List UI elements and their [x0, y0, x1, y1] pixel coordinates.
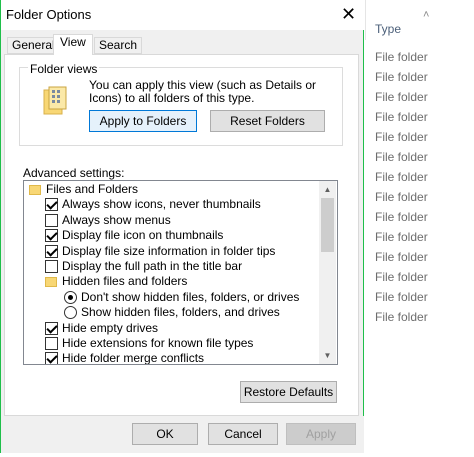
- option-label: Hide folder merge conflicts: [62, 351, 205, 365]
- file-type-cell[interactable]: File folder: [375, 310, 428, 324]
- checkbox-option-row[interactable]: Always show icons, never thumbnails: [45, 197, 261, 212]
- type-column-header[interactable]: Type: [375, 22, 401, 36]
- tree-group-row[interactable]: Hidden files and folders: [45, 274, 187, 289]
- checkbox-option-row[interactable]: Always show menus: [45, 213, 171, 228]
- option-label: Show hidden files, folders, and drives: [81, 305, 280, 320]
- checkbox[interactable]: [45, 260, 58, 273]
- checkbox[interactable]: [45, 337, 58, 350]
- dialog-title: Folder Options: [6, 7, 92, 22]
- checkbox-option-row[interactable]: Hide extensions for known file types: [45, 336, 253, 351]
- checkbox[interactable]: [45, 244, 58, 258]
- advanced-settings-label: Advanced settings:: [23, 166, 125, 180]
- folder-icon: [45, 276, 57, 287]
- folder-view-icon: [43, 86, 67, 115]
- ok-button[interactable]: OK: [132, 423, 198, 445]
- checkbox-option-row[interactable]: Display file icon on thumbnails: [45, 228, 223, 243]
- tab-general[interactable]: General: [7, 37, 60, 54]
- scroll-thumb[interactable]: [321, 198, 334, 252]
- explorer-file-list: [364, 0, 474, 457]
- file-type-cell[interactable]: File folder: [375, 230, 428, 244]
- radio-option-row[interactable]: Show hidden files, folders, and drives: [64, 305, 280, 320]
- folder-options-dialog: Folder Options ✕ General View Search Fol…: [0, 0, 364, 453]
- checkbox[interactable]: [45, 198, 58, 212]
- checkbox[interactable]: [45, 352, 58, 364]
- file-type-cell[interactable]: File folder: [375, 290, 428, 304]
- file-type-cell[interactable]: File folder: [375, 50, 428, 64]
- advanced-settings-scrollbar[interactable]: ▲ ▼: [319, 181, 336, 364]
- radio-button[interactable]: [64, 306, 77, 320]
- title-bar: Folder Options ✕: [1, 0, 364, 30]
- scroll-down-icon[interactable]: ▼: [319, 347, 336, 364]
- advanced-settings-tree[interactable]: Files and Folders Always show icons, neve…: [23, 180, 338, 365]
- sort-ascending-icon: ˄: [423, 9, 430, 21]
- file-type-cell[interactable]: File folder: [375, 90, 428, 104]
- close-button[interactable]: ✕: [333, 0, 364, 28]
- file-type-cell[interactable]: File folder: [375, 170, 428, 184]
- checkbox-option-row[interactable]: Display file size information in folder …: [45, 244, 275, 259]
- option-label: Always show icons, never thumbnails: [62, 197, 261, 212]
- folder-views-title: Folder views: [28, 62, 100, 76]
- option-label: Display the full path in the title bar: [62, 259, 243, 273]
- file-type-cell[interactable]: File folder: [375, 110, 428, 124]
- file-type-cell[interactable]: File folder: [375, 70, 428, 84]
- option-label: Hidden files and folders: [62, 274, 188, 289]
- reset-folders-button[interactable]: Reset Folders: [210, 110, 325, 132]
- folder-views-description: You can apply this view (such as Details…: [89, 78, 317, 105]
- checkbox[interactable]: [45, 321, 58, 335]
- scroll-up-icon[interactable]: ▲: [319, 181, 336, 198]
- checkbox-option-row[interactable]: Display the full path in the title bar: [45, 259, 242, 274]
- file-type-cell[interactable]: File folder: [375, 250, 428, 264]
- file-type-cell[interactable]: File folder: [375, 190, 428, 204]
- option-label: Always show menus: [62, 212, 171, 227]
- option-label: Display file size information in folder …: [62, 243, 276, 258]
- tree-group-row[interactable]: Files and Folders: [29, 182, 138, 197]
- option-label: Files and Folders: [46, 182, 139, 196]
- checkbox-option-row[interactable]: Hide folder merge conflicts: [45, 351, 205, 365]
- radio-button[interactable]: [64, 290, 77, 304]
- file-type-cell[interactable]: File folder: [375, 210, 428, 224]
- checkbox[interactable]: [45, 229, 58, 243]
- radio-option-row[interactable]: Don't show hidden files, folders, or dri…: [64, 290, 299, 305]
- file-type-cell[interactable]: File folder: [375, 270, 428, 284]
- checkbox[interactable]: [45, 213, 58, 227]
- apply-button[interactable]: Apply: [286, 423, 356, 445]
- file-type-cell[interactable]: File folder: [375, 130, 428, 144]
- tab-view[interactable]: View: [53, 34, 93, 55]
- option-label: Don't show hidden files, folders, or dri…: [81, 289, 300, 304]
- close-icon: ✕: [340, 3, 357, 24]
- checkbox-option-row[interactable]: Hide empty drives: [45, 321, 158, 336]
- file-type-cell[interactable]: File folder: [375, 150, 428, 164]
- folder-icon: [29, 184, 41, 195]
- option-label: Hide extensions for known file types: [62, 336, 254, 350]
- tab-search[interactable]: Search: [94, 37, 143, 54]
- apply-to-folders-button[interactable]: Apply to Folders: [89, 110, 197, 132]
- cancel-button[interactable]: Cancel: [208, 423, 278, 445]
- option-label: Display file icon on thumbnails: [62, 228, 224, 243]
- restore-defaults-button[interactable]: Restore Defaults: [240, 381, 337, 403]
- option-label: Hide empty drives: [62, 320, 159, 335]
- column-divider: [365, 0, 366, 40]
